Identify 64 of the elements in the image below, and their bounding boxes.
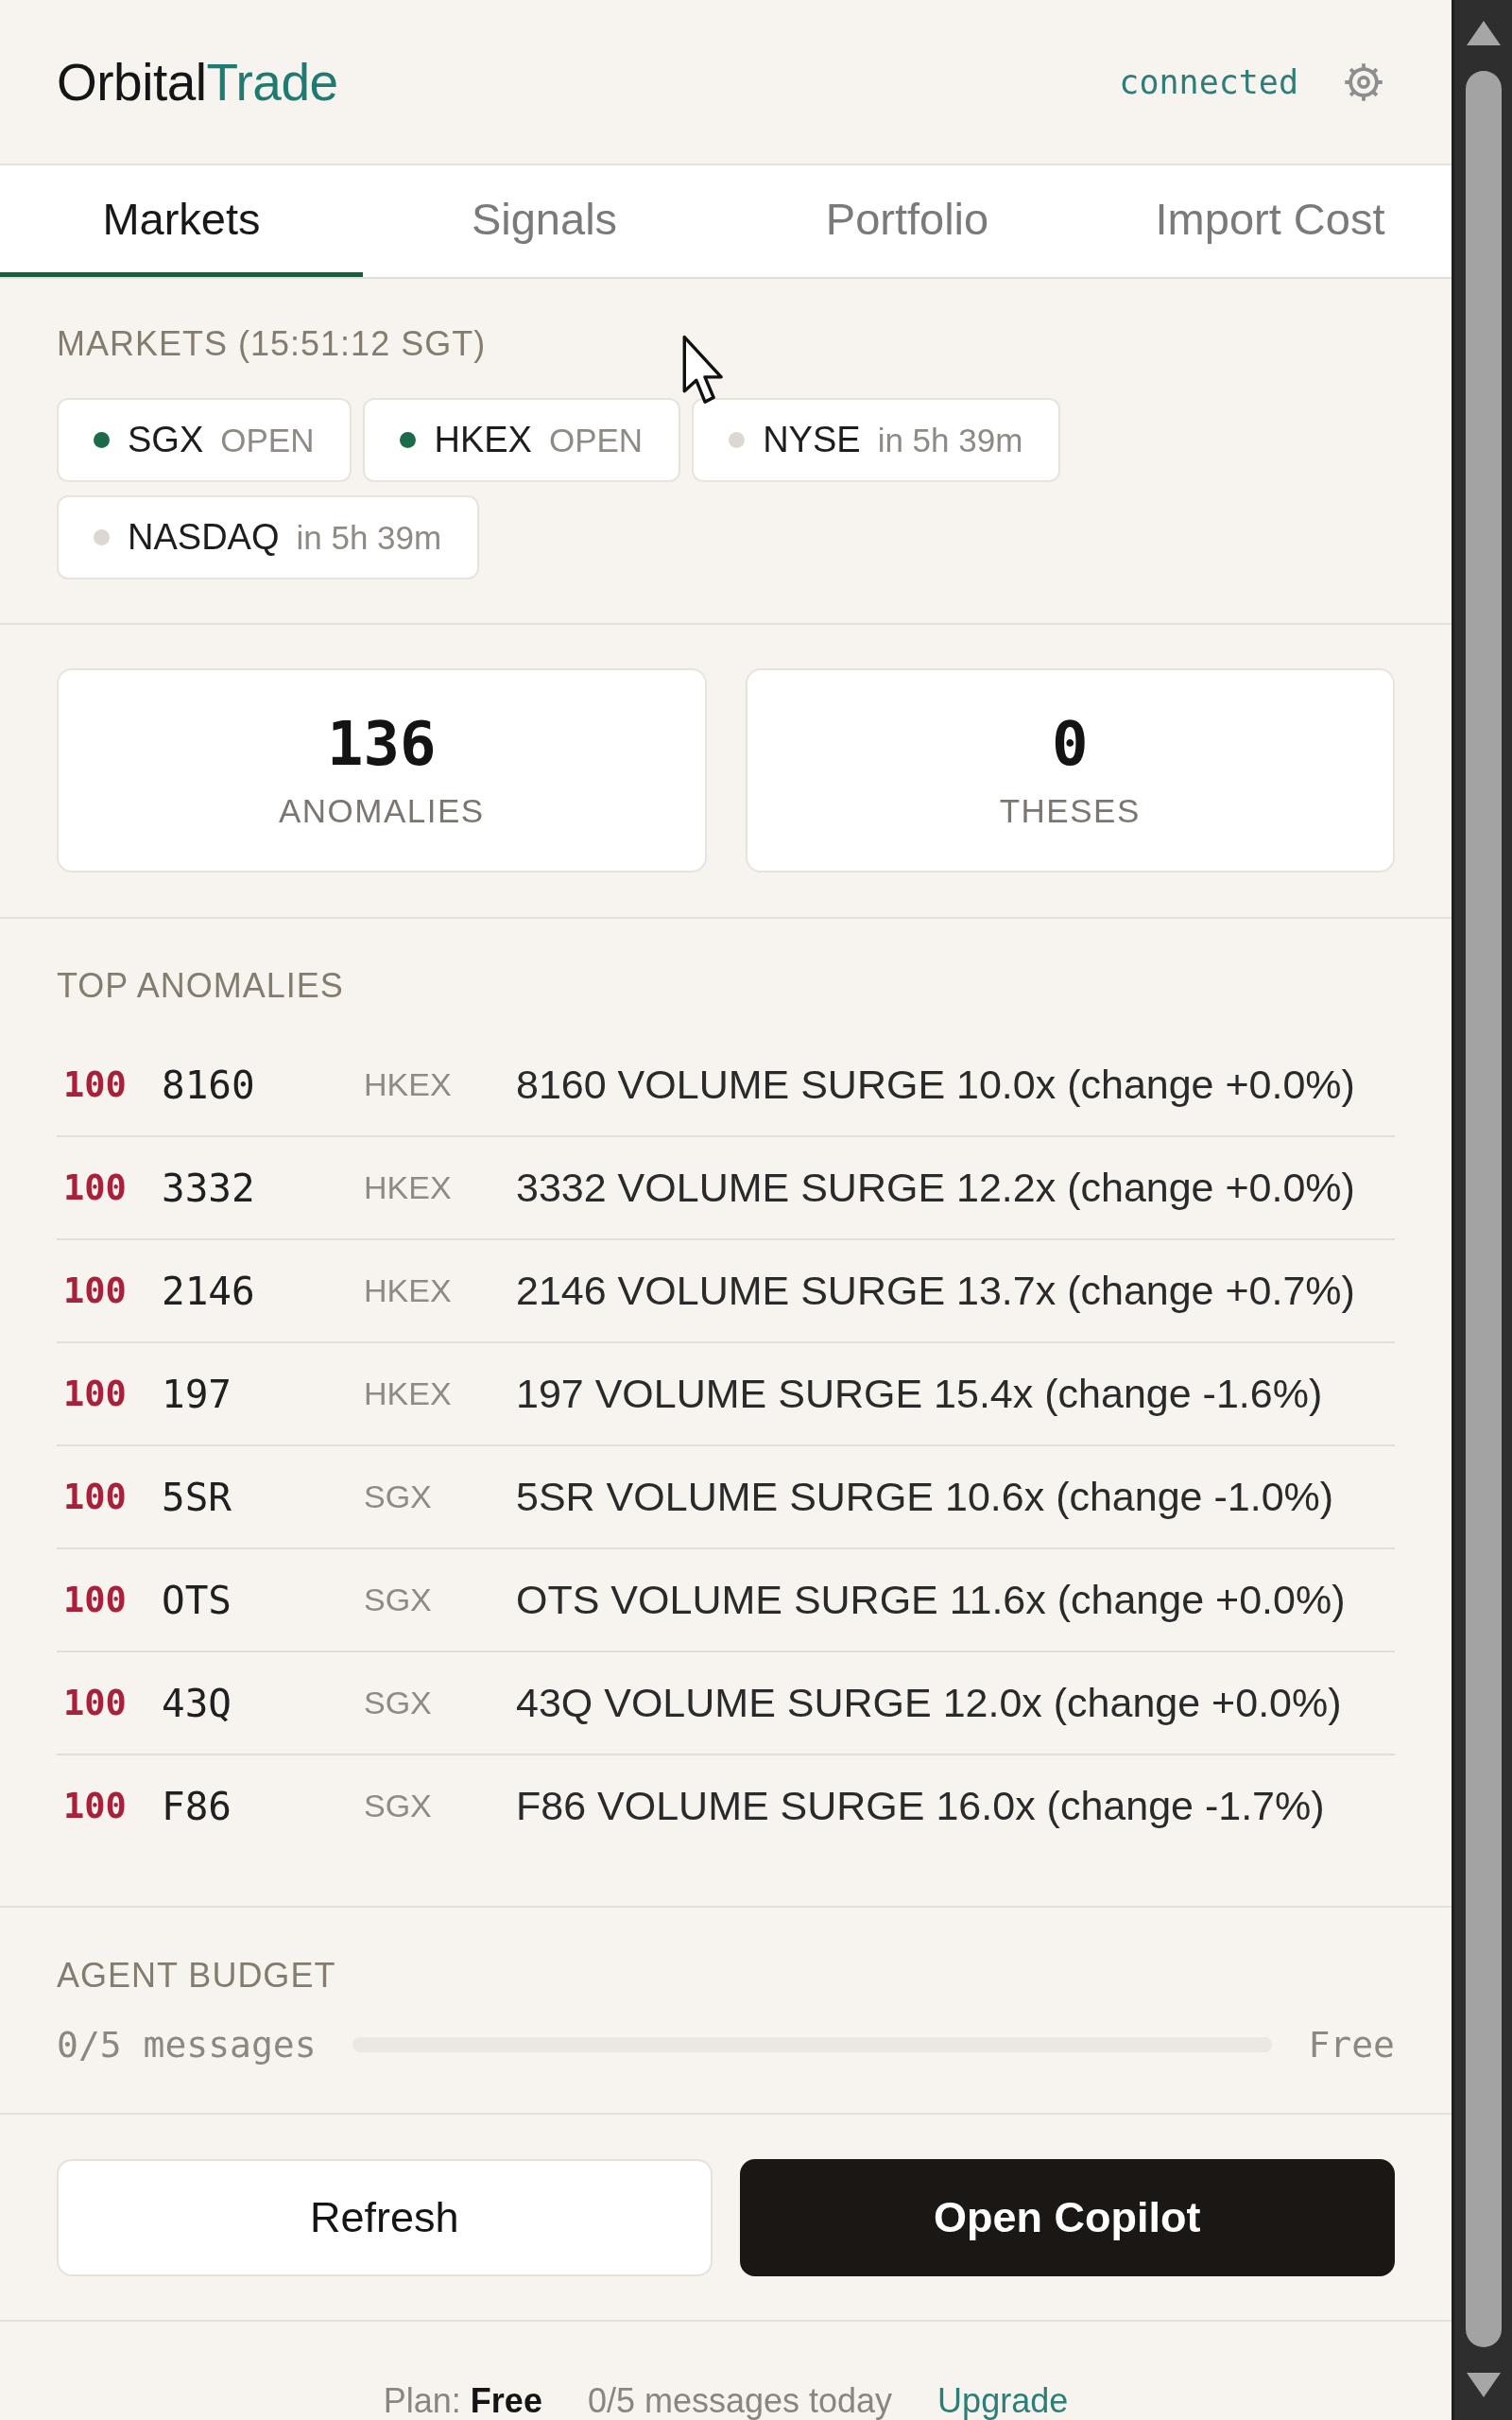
exchange-name: NYSE (763, 420, 861, 460)
daily-usage-text: 0/5 messages today (587, 2382, 893, 2420)
section-title: MARKETS (15:51:12 SGT) (57, 324, 488, 364)
anomaly-score: 100 (63, 1270, 127, 1311)
anomaly-description: 197 VOLUME SURGE 15.4x (change -1.6%) (516, 1371, 1323, 1417)
tab[interactable]: Signals (363, 165, 726, 277)
exchange-name: NASDAQ (128, 517, 280, 558)
ticker-symbol: F86 (162, 1783, 232, 1829)
anomaly-description: 2146 VOLUME SURGE 13.7x (change +0.7%) (516, 1268, 1355, 1314)
anomaly-score: 100 (63, 1064, 127, 1105)
exchange-label: SGX (364, 1788, 432, 1824)
anomaly-description: OTS VOLUME SURGE 11.6x (change +0.0%) (516, 1577, 1346, 1623)
exchange-status: in 5h 39m (296, 518, 442, 557)
ticker-symbol: 2146 (162, 1268, 255, 1314)
exchange-status: OPEN (548, 421, 644, 459)
anomaly-score: 100 (63, 1580, 127, 1620)
anomaly-score: 100 (63, 1374, 127, 1414)
anomaly-description: 43Q VOLUME SURGE 12.0x (change +0.0%) (516, 1680, 1342, 1726)
anomaly-score: 100 (63, 1786, 127, 1826)
exchange-label: HKEX (364, 1066, 452, 1103)
tab[interactable]: Portfolio (726, 165, 1089, 277)
stat-value: 136 (326, 711, 437, 777)
upgrade-link[interactable]: Upgrade (937, 2382, 1069, 2420)
caret-down-icon[interactable] (1466, 2373, 1501, 2397)
tab[interactable]: Import Cost (1089, 165, 1452, 277)
anomaly-description: 5SR VOLUME SURGE 10.6x (change -1.0%) (516, 1474, 1334, 1520)
refresh-button[interactable]: Refresh (57, 2159, 713, 2276)
open-copilot-button[interactable]: Open Copilot (739, 2159, 1395, 2276)
connection-status: connected (1119, 62, 1298, 101)
stat-label: ANOMALIES (278, 792, 485, 830)
plan-text: Plan: Free (383, 2382, 542, 2420)
anomaly-score: 100 (63, 1167, 127, 1208)
tab[interactable]: Markets (0, 165, 363, 277)
anomaly-score: 100 (63, 1683, 127, 1723)
exchange-label: SGX (364, 1582, 432, 1618)
section-title: AGENT BUDGET (57, 1956, 337, 1996)
anomaly-description: 3332 VOLUME SURGE 12.2x (change +0.0%) (516, 1165, 1355, 1211)
section-title: TOP ANOMALIES (57, 966, 345, 1006)
usage-text: 0/5 messages (57, 2024, 317, 2066)
exchange-label: HKEX (364, 1169, 452, 1206)
exchange-label: HKEX (364, 1272, 452, 1309)
ticker-symbol: 8160 (162, 1062, 255, 1108)
ticker-symbol: 43Q (162, 1680, 232, 1726)
exchange-label: HKEX (364, 1375, 452, 1412)
anomaly-description: F86 VOLUME SURGE 16.0x (change -1.7%) (516, 1783, 1325, 1829)
exchange-name: HKEX (434, 420, 532, 460)
exchange-status: OPEN (220, 421, 315, 459)
ticker-symbol: 3332 (162, 1165, 255, 1211)
plan-name: Free (1308, 2024, 1395, 2066)
app-logo: OrbitalTrade (57, 51, 338, 112)
anomaly-score: 100 (63, 1477, 127, 1517)
ticker-symbol: 197 (162, 1371, 232, 1417)
exchange-label: SGX (364, 1685, 432, 1721)
exchange-name: SGX (128, 420, 204, 460)
settings-icon[interactable] (1344, 61, 1383, 102)
caret-up-icon[interactable] (1466, 21, 1501, 45)
ticker-symbol: OTS (162, 1577, 232, 1623)
exchange-label: SGX (364, 1478, 432, 1515)
scrollbar-thumb[interactable] (1465, 71, 1502, 2347)
anomaly-description: 8160 VOLUME SURGE 10.0x (change +0.0%) (516, 1062, 1355, 1108)
stat-value: 0 (1052, 711, 1089, 777)
ticker-symbol: 5SR (162, 1474, 232, 1520)
exchange-status: in 5h 39m (877, 421, 1023, 459)
stat-label: THESES (999, 792, 1141, 830)
